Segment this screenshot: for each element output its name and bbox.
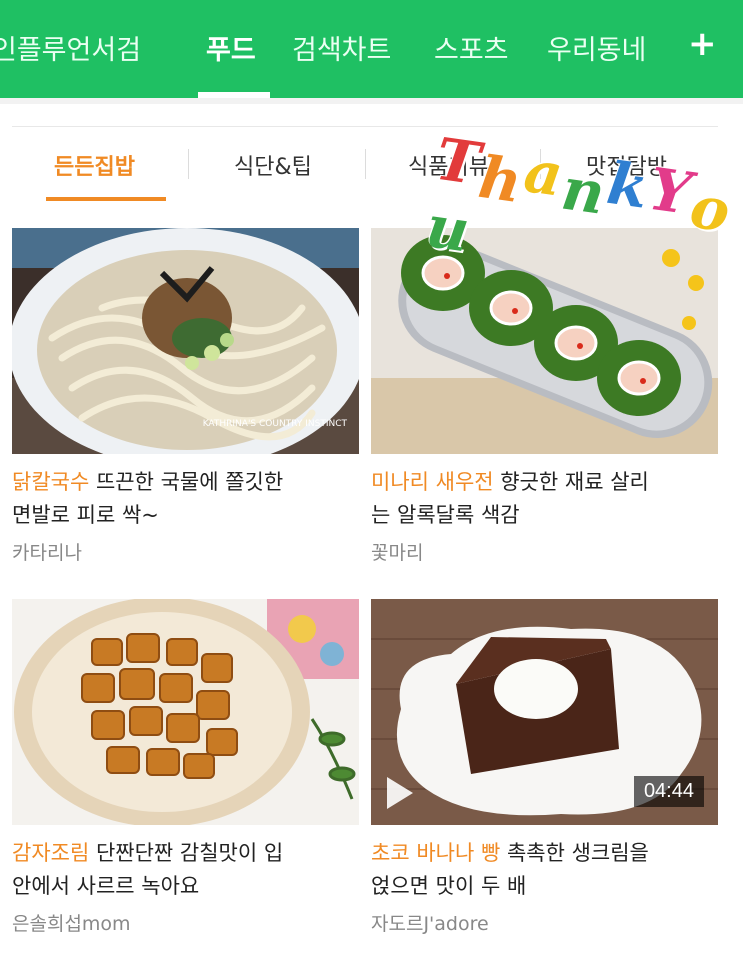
divider (0, 98, 743, 104)
recipe-title-line2: 는 알록달록 색감 (371, 503, 520, 527)
author-name[interactable]: 꽃마리 (371, 538, 423, 565)
recipe-title-line2: 면발로 피로 싹~ (12, 503, 159, 527)
recipe-thumbnail[interactable] (371, 228, 718, 454)
author-name[interactable]: 은솔희섭mom (12, 909, 131, 936)
sub-nav: 든든집밥 식단&팁 식품리뷰 맛집탐방 (12, 126, 718, 201)
tab-food[interactable]: 푸드 (206, 28, 256, 67)
recipe-caption[interactable]: 미나리 새우전 향긋한 재료 살리 는 알록달록 색감 (371, 466, 718, 532)
video-duration: 04:44 (633, 776, 704, 807)
recipe-title: 뜨끈한 국물에 쫄깃한 (89, 470, 284, 494)
tab-search-chart[interactable]: 검색차트 (292, 28, 391, 67)
play-icon[interactable] (387, 777, 413, 809)
shrimp-pancake-image (371, 228, 718, 454)
noodle-soup-image: KATHRINA'S COUNTRY INSTINCT (12, 228, 359, 454)
tab-influencer[interactable]: 인플루언서검 (0, 28, 141, 67)
active-subtab-indicator (46, 197, 166, 201)
recipe-title-highlight: 닭칼국수 (12, 470, 90, 494)
recipe-title: 단짠단짠 감칠맛이 입 (89, 841, 284, 865)
subtab-restaurant[interactable]: 맛집탐방 (586, 149, 667, 181)
recipe-title-line2: 얹으면 맛이 두 배 (371, 874, 527, 898)
author-name[interactable]: 카타리나 (12, 538, 82, 565)
plus-icon[interactable]: + (688, 24, 717, 64)
tab-neighborhood[interactable]: 우리동네 (547, 28, 646, 67)
recipe-caption[interactable]: 감자조림 단짠단짠 감칠맛이 입 안에서 사르르 녹아요 (12, 837, 359, 903)
recipe-title-highlight: 감자조림 (12, 841, 90, 865)
watermark: KATHRINA'S COUNTRY INSTINCT (203, 419, 348, 429)
recipe-title-highlight: 초코 바나나 빵 (371, 841, 501, 865)
author-name[interactable]: 자도르J'adore (371, 909, 489, 936)
recipe-title-line2: 안에서 사르르 녹아요 (12, 874, 200, 898)
recipe-caption[interactable]: 초코 바나나 빵 촉촉한 생크림을 얹으면 맛이 두 배 (371, 837, 718, 903)
braised-potato-image (12, 599, 359, 825)
recipe-title: 촉촉한 생크림을 (500, 841, 649, 865)
recipe-thumbnail[interactable]: 04:44 (371, 599, 718, 825)
recipe-title-highlight: 미나리 새우전 (371, 470, 494, 494)
top-nav: 인플루언서검 푸드 검색차트 스포츠 우리동네 + (0, 0, 743, 98)
subtab-diet-tips[interactable]: 식단&팁 (234, 149, 312, 181)
recipe-thumbnail[interactable] (12, 599, 359, 825)
tab-sports[interactable]: 스포츠 (434, 28, 509, 67)
recipe-caption[interactable]: 닭칼국수 뜨끈한 국물에 쫄깃한 면발로 피로 싹~ (12, 466, 359, 532)
recipe-title: 향긋한 재료 살리 (493, 470, 649, 494)
divider (188, 149, 189, 179)
subtab-home-meal[interactable]: 든든집밥 (54, 149, 135, 181)
recipe-thumbnail[interactable]: KATHRINA'S COUNTRY INSTINCT (12, 228, 359, 454)
divider (365, 149, 366, 179)
divider (540, 149, 541, 179)
subtab-food-review[interactable]: 식품리뷰 (408, 149, 489, 181)
